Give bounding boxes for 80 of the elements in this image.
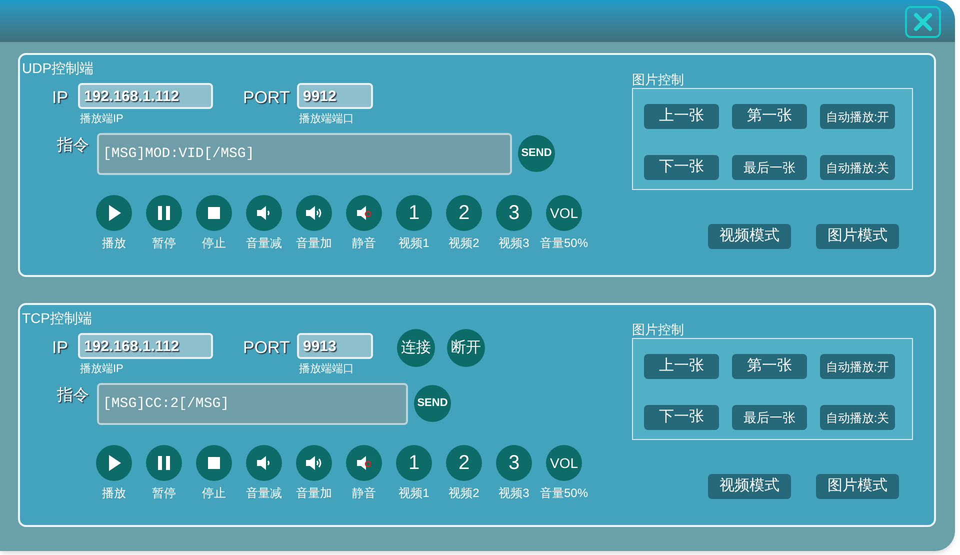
speaker-mute-icon <box>354 203 374 223</box>
image-button[interactable]: 上一张 <box>644 104 719 129</box>
image-button[interactable]: 下一张 <box>644 405 719 430</box>
button-caption: 音量减 <box>246 485 282 502</box>
media-button[interactable] <box>296 445 332 481</box>
button-caption: 视频3 <box>498 235 530 252</box>
media-button[interactable]: 1 <box>396 445 432 481</box>
connect-button[interactable]: 断开 <box>447 329 485 367</box>
button-caption: 停止 <box>202 485 226 502</box>
port-label: PORT <box>243 87 291 109</box>
speaker-mute-icon <box>354 453 374 473</box>
button-caption: 播放 <box>102 485 126 502</box>
media-button[interactable] <box>246 195 282 231</box>
image-button[interactable]: 第一张 <box>732 354 807 379</box>
media-button[interactable]: 3 <box>496 445 532 481</box>
button-caption: 音量加 <box>296 235 332 252</box>
panel-title: TCP控制端 <box>21 309 92 327</box>
button-caption: 暂停 <box>152 485 176 502</box>
button-caption: 暂停 <box>152 235 176 252</box>
media-button[interactable] <box>96 445 132 481</box>
button-caption: 音量50% <box>540 235 588 252</box>
image-button[interactable]: 自动播放:关 <box>820 405 895 430</box>
ip-label: IP <box>52 337 70 359</box>
button-caption: 视频2 <box>448 485 480 502</box>
mode-button[interactable]: 视频模式 <box>708 474 791 499</box>
image-button[interactable]: 下一张 <box>644 155 719 180</box>
field-hint: 播放端IP <box>80 362 124 377</box>
media-button[interactable] <box>246 445 282 481</box>
group-title: 图片控制 <box>632 323 684 336</box>
send-button[interactable]: SEND <box>414 385 451 422</box>
port-label: PORT <box>243 337 291 359</box>
field-hint: 播放端端口 <box>299 362 354 377</box>
media-button[interactable] <box>196 195 232 231</box>
mode-button[interactable]: 图片模式 <box>816 224 899 249</box>
button-caption: 停止 <box>202 235 226 252</box>
button-caption: 静音 <box>352 235 376 252</box>
speaker-waves-icon <box>304 453 324 473</box>
media-button[interactable] <box>346 195 382 231</box>
command-label: 指令 <box>57 136 90 156</box>
media-button[interactable]: 2 <box>446 445 482 481</box>
media-button[interactable] <box>196 445 232 481</box>
mode-button[interactable]: 图片模式 <box>816 474 899 499</box>
button-caption: 视频1 <box>398 235 430 252</box>
group-title: 图片控制 <box>632 73 684 86</box>
media-button[interactable] <box>296 195 332 231</box>
image-button[interactable]: 自动播放:开 <box>820 354 895 379</box>
close-icon <box>913 12 933 32</box>
image-button[interactable]: 上一张 <box>644 354 719 379</box>
media-button[interactable] <box>146 445 182 481</box>
media-button[interactable] <box>346 445 382 481</box>
image-button[interactable]: 最后一张 <box>732 155 807 180</box>
command-label: 指令 <box>57 386 90 406</box>
image-button[interactable]: 最后一张 <box>732 405 807 430</box>
field-hint: 播放端IP <box>80 112 124 127</box>
image-button[interactable]: 自动播放:关 <box>820 155 895 180</box>
media-button[interactable]: VOL <box>546 445 582 481</box>
media-button[interactable] <box>96 195 132 231</box>
button-caption: 视频3 <box>498 485 530 502</box>
media-button[interactable]: 2 <box>446 195 482 231</box>
media-button[interactable] <box>146 195 182 231</box>
field-hint: 播放端端口 <box>299 112 354 127</box>
media-button[interactable]: VOL <box>546 195 582 231</box>
ip-label: IP <box>52 87 70 109</box>
button-caption: 播放 <box>102 235 126 252</box>
panel-title: UDP控制端 <box>21 59 94 77</box>
media-button[interactable]: 1 <box>396 195 432 231</box>
button-caption: 静音 <box>352 485 376 502</box>
button-caption: 音量加 <box>296 485 332 502</box>
send-button[interactable]: SEND <box>518 135 555 172</box>
mode-button[interactable]: 视频模式 <box>708 224 791 249</box>
close-button[interactable] <box>905 6 941 38</box>
image-button[interactable]: 第一张 <box>732 104 807 129</box>
button-caption: 视频2 <box>448 235 480 252</box>
connect-button[interactable]: 连接 <box>397 329 435 367</box>
button-caption: 音量50% <box>540 485 588 502</box>
media-button[interactable]: 3 <box>496 195 532 231</box>
speaker-waves-icon <box>304 203 324 223</box>
button-caption: 音量减 <box>246 235 282 252</box>
image-button[interactable]: 自动播放:开 <box>820 104 895 129</box>
button-caption: 视频1 <box>398 485 430 502</box>
